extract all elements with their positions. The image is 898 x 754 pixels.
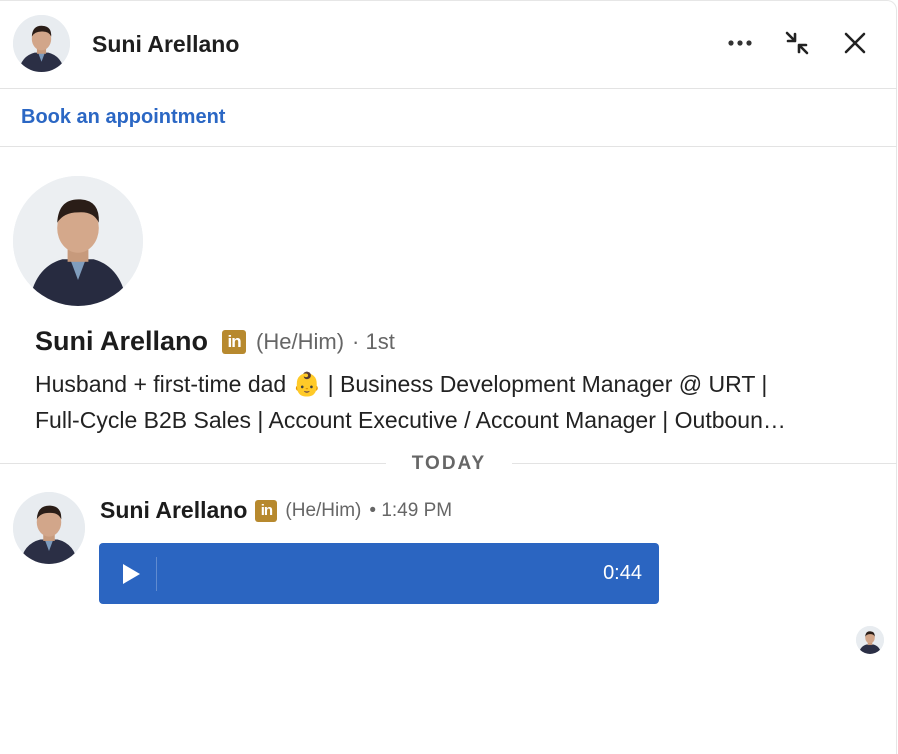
messaging-window: Suni Arellano Book an appointment Suni A… bbox=[0, 0, 897, 754]
profile-photo bbox=[13, 176, 143, 306]
minimize-button[interactable] bbox=[777, 23, 817, 63]
minimize-arrows-icon bbox=[785, 31, 809, 55]
more-options-button[interactable] bbox=[720, 23, 760, 63]
message-sender-pronouns: (He/Him) bbox=[285, 499, 362, 521]
linkedin-premium-icon: in bbox=[222, 329, 247, 354]
play-icon[interactable] bbox=[119, 562, 143, 586]
more-horizontal-icon bbox=[728, 40, 752, 46]
seen-receipt-avatar bbox=[856, 626, 884, 654]
profile-headline: Husband + first-time dad 👶 | Business De… bbox=[35, 366, 885, 438]
linkedin-premium-icon: in bbox=[255, 499, 278, 522]
seen-photo bbox=[856, 626, 884, 654]
profile-avatar[interactable] bbox=[13, 176, 143, 306]
close-button[interactable] bbox=[835, 23, 875, 63]
headline-line: Full-Cycle B2B Sales | Account Executive… bbox=[35, 407, 786, 433]
appointment-bar: Book an appointment bbox=[0, 89, 897, 147]
profile-pronouns: (He/Him) bbox=[256, 328, 345, 354]
message-sender-avatar[interactable] bbox=[13, 492, 85, 564]
audio-duration: 0:44 bbox=[603, 562, 642, 584]
headline-line: Husband + first-time dad 👶 | Business De… bbox=[35, 371, 768, 397]
message-timestamp: • 1:49 PM bbox=[369, 499, 453, 521]
close-icon bbox=[844, 32, 866, 54]
profile-name[interactable]: Suni Arellano bbox=[35, 326, 208, 357]
conversation-title: Suni Arellano bbox=[92, 31, 240, 57]
conversation-header: Suni Arellano bbox=[0, 1, 897, 89]
audio-separator bbox=[156, 557, 157, 591]
audio-message-player[interactable]: 0:44 bbox=[99, 543, 659, 604]
message-header: Suni Arellano in (He/Him) • 1:49 PM bbox=[100, 497, 452, 524]
avatar[interactable] bbox=[13, 15, 70, 72]
message-sender-name[interactable]: Suni Arellano bbox=[100, 497, 247, 524]
sender-photo bbox=[13, 492, 85, 564]
connection-degree: · 1st bbox=[352, 328, 395, 354]
day-divider-label: TODAY bbox=[386, 453, 512, 475]
avatar-photo bbox=[13, 15, 70, 72]
book-appointment-link[interactable]: Book an appointment bbox=[21, 106, 225, 129]
profile-name-row: Suni Arellano in (He/Him) · 1st bbox=[35, 326, 395, 357]
